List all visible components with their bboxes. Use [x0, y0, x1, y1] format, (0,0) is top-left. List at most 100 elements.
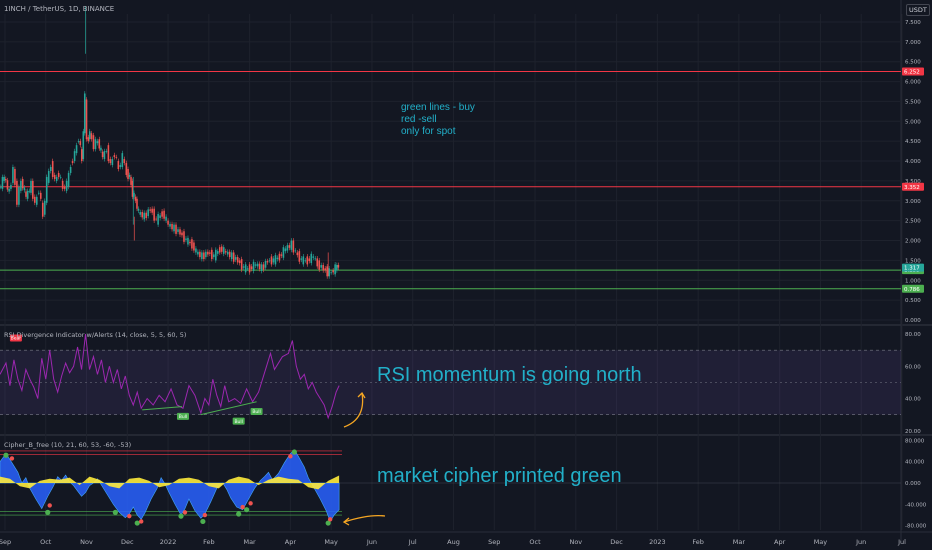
cipher-buy-dot: [244, 507, 250, 513]
candle-body: [47, 170, 50, 183]
candle-body: [61, 180, 64, 189]
candle-body: [336, 264, 338, 271]
price-tick-label: 4.500: [905, 139, 921, 145]
candle-body: [23, 187, 26, 191]
candle-body: [318, 260, 321, 270]
candle-body: [35, 196, 38, 205]
candle-body: [18, 186, 20, 205]
candle-body: [165, 216, 167, 221]
bull-label: Bull: [252, 409, 260, 415]
candle-body: [155, 218, 157, 220]
time-tick-label: Nov: [569, 538, 582, 546]
cipher-sell-dot: [288, 454, 293, 459]
time-tick-label: Jun: [855, 538, 866, 546]
candle-body: [171, 223, 173, 230]
price-tick-label: 3.000: [905, 199, 921, 205]
candle-body: [28, 190, 31, 192]
time-tick-label: Sep: [0, 538, 11, 546]
time-tick-label: Apr: [285, 538, 297, 546]
price-tick-label: 7.500: [905, 20, 921, 26]
time-tick-label: 2022: [160, 538, 177, 546]
candle-body: [83, 93, 86, 134]
time-tick-label: Sep: [488, 538, 500, 546]
candle-body: [153, 208, 155, 221]
candle-body: [25, 191, 27, 197]
candle-body: [300, 258, 303, 260]
candle-body: [41, 202, 44, 217]
cipher-sell-dot: [327, 517, 333, 522]
price-tick-label: 0.500: [905, 298, 921, 304]
candle-body: [272, 258, 275, 263]
candle-body: [12, 167, 14, 183]
candle-body: [109, 159, 112, 164]
candle-body: [141, 212, 144, 218]
strategy-note-line-spot: only for spot: [401, 126, 456, 137]
candle-body: [119, 165, 122, 168]
cipher-tick-label: -40.000: [905, 502, 927, 508]
cipher-wave-area[interactable]: [0, 449, 340, 523]
cipher-buy-dot: [3, 452, 9, 458]
currency-selector[interactable]: USDT: [906, 4, 930, 16]
cipher-sell-dot: [9, 456, 15, 461]
candle-body: [163, 210, 165, 219]
candle-body: [128, 174, 131, 177]
price-tick-label: 1.000: [905, 278, 921, 284]
candle-body: [189, 241, 191, 244]
candle-body: [10, 184, 12, 189]
candle-body: [195, 248, 197, 253]
candle-body: [3, 176, 5, 181]
candle-body: [280, 254, 283, 256]
candle-body: [185, 238, 187, 240]
candle-body: [211, 249, 213, 260]
cipher-buy-dot: [178, 513, 184, 519]
candle-body: [254, 264, 257, 266]
candle-body: [96, 141, 99, 144]
cipher-sell-dot: [139, 519, 144, 524]
cipher-buy-dot: [200, 518, 206, 525]
chart-root[interactable]: Bull Bull Bull Bear Sep Oct Nov Dec 2022 Feb Mar A…: [0, 0, 932, 550]
candle-body: [167, 220, 169, 225]
candle-body: [51, 161, 54, 177]
candle-body: [264, 261, 267, 268]
candle-body: [1, 176, 4, 189]
candle-body: [32, 180, 34, 199]
rsi-tick-label: 20.00: [905, 429, 921, 435]
time-tick-label: Oct: [529, 538, 541, 546]
time-tick-label: May: [814, 538, 828, 546]
candle-body: [21, 178, 24, 189]
cipher-sell-dot: [127, 513, 132, 519]
candle-body: [90, 133, 93, 140]
candle-body: [169, 223, 171, 227]
level-price-label: 6.252: [904, 70, 920, 76]
price-tick-label: 0.000: [905, 318, 921, 324]
strategy-note: green lines - buy red -sell only for spo…: [401, 102, 475, 138]
candle-body: [213, 254, 215, 258]
candle-body: [161, 211, 163, 217]
time-tick-label: Aug: [447, 538, 460, 546]
candle-body: [85, 99, 88, 140]
time-tick-label: Jun: [366, 538, 377, 546]
candle-body: [236, 257, 239, 263]
cipher-tick-label: 40.000: [905, 460, 925, 466]
candle-body: [260, 264, 263, 272]
candle-body: [286, 245, 289, 251]
time-tick-label: Mar: [243, 538, 256, 546]
candle-body: [316, 258, 319, 267]
candle-body: [290, 240, 293, 250]
candle-body: [240, 259, 243, 270]
candle-body: [274, 255, 277, 265]
candle-body: [67, 172, 70, 187]
bull-label: Bull: [179, 414, 187, 420]
candle-body: [75, 145, 78, 154]
strategy-note-line-sell: red -sell: [401, 114, 437, 125]
cipher-arrow: [343, 514, 386, 523]
candle-body: [278, 253, 281, 261]
candle-body: [143, 212, 145, 220]
candle-body: [294, 250, 297, 252]
candle-body: [130, 176, 132, 185]
candle-body: [30, 180, 32, 193]
candle-body: [207, 251, 209, 255]
candle-body: [145, 212, 147, 219]
price-tick-label: 5.500: [905, 99, 921, 105]
candle-body: [183, 231, 185, 242]
